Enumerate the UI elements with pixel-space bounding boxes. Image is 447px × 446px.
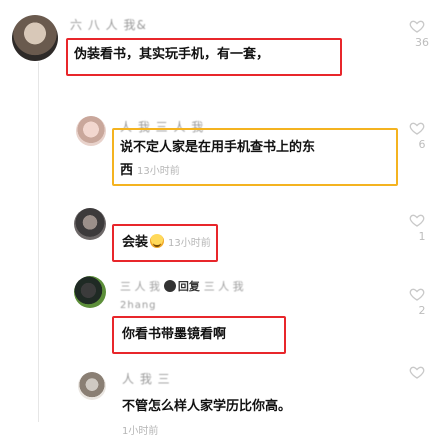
- like-button[interactable]: 6: [409, 120, 435, 151]
- user-handle: 2hang: [120, 300, 157, 311]
- thread-line: [38, 62, 39, 422]
- highlight-box: [112, 128, 398, 186]
- like-button[interactable]: 36: [409, 18, 435, 49]
- avatar[interactable]: [74, 208, 106, 240]
- heart-icon: [409, 122, 425, 135]
- avatar[interactable]: [12, 15, 58, 61]
- highlight-box: [112, 224, 218, 262]
- comment-text: 不管怎么样人家学历比你高。: [122, 399, 292, 414]
- like-count: 6: [418, 138, 426, 151]
- reply-target-user[interactable]: 三 人 我: [204, 280, 244, 293]
- username[interactable]: 人 我 三: [122, 370, 171, 387]
- avatar[interactable]: [74, 276, 106, 308]
- heart-icon: [409, 214, 425, 227]
- highlight-box: [66, 38, 342, 76]
- highlight-box: [112, 316, 286, 354]
- reply-avatar-icon: [163, 280, 176, 292]
- like-button[interactable]: [409, 364, 435, 382]
- like-count: 36: [415, 36, 429, 49]
- username[interactable]: 六 八 人 我&: [70, 16, 147, 33]
- heart-icon: [409, 366, 425, 379]
- username[interactable]: 三 人 我: [120, 280, 160, 293]
- avatar[interactable]: [78, 372, 106, 400]
- like-button[interactable]: 1: [409, 212, 435, 243]
- reply-label: 回复: [177, 280, 200, 293]
- timestamp: 1小时前: [122, 426, 159, 437]
- avatar[interactable]: [76, 116, 106, 146]
- reply-header: 三 人 我 回复 三 人 我: [120, 278, 244, 294]
- like-button[interactable]: 2: [409, 286, 435, 317]
- heart-icon: [409, 20, 425, 33]
- heart-icon: [409, 288, 425, 301]
- like-count: 1: [418, 230, 426, 243]
- like-count: 2: [418, 304, 426, 317]
